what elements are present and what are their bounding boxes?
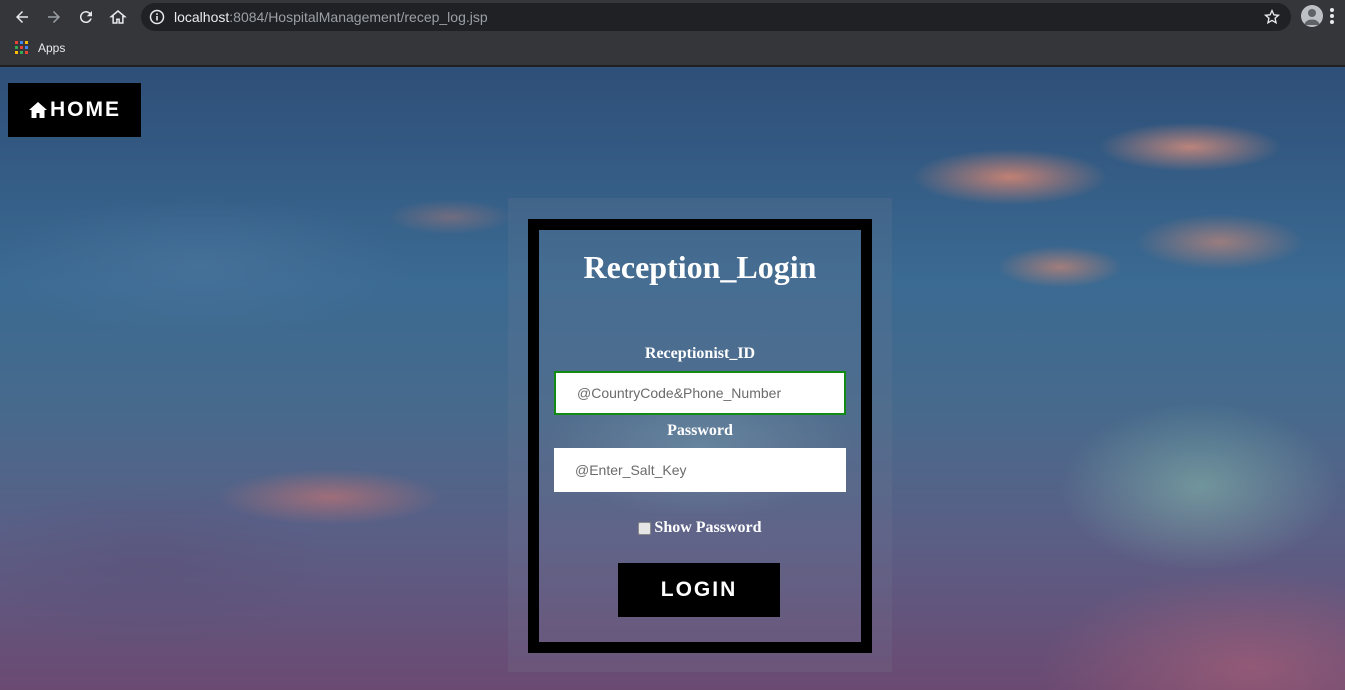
profile-avatar[interactable]	[1301, 5, 1323, 27]
receptionist-id-label: Receptionist_ID	[644, 345, 756, 362]
home-icon	[29, 102, 47, 118]
show-password-checkbox[interactable]	[638, 521, 652, 535]
reload-icon	[79, 11, 92, 24]
browser-toolbar: localhost:8084/HospitalManagement/recep_…	[0, 0, 1345, 34]
bookmark-star-icon[interactable]	[1263, 8, 1281, 26]
receptionist-id-input[interactable]	[554, 371, 846, 415]
login-button[interactable]: LOGIN	[618, 563, 780, 617]
arrow-left-icon	[16, 11, 28, 23]
home-button[interactable]: HOME	[8, 83, 141, 137]
apps-grid-icon[interactable]	[15, 41, 28, 54]
bookmarks-bar	[0, 34, 1345, 66]
address-bar[interactable]: localhost:8084/HospitalManagement/recep_…	[141, 3, 1291, 31]
info-icon[interactable]	[149, 9, 165, 25]
password-label: Password	[667, 422, 733, 439]
reload-button[interactable]	[74, 5, 98, 29]
url-text[interactable]: localhost:8084/HospitalManagement/recep_…	[174, 9, 488, 25]
apps-bookmark-label[interactable]: Apps	[38, 41, 65, 55]
person-icon	[1304, 9, 1320, 25]
back-button[interactable]	[10, 5, 34, 29]
url-path: :8084/HospitalManagement/recep_log.jsp	[229, 9, 488, 25]
home-button-label: HOME	[50, 98, 121, 121]
forward-button[interactable]	[42, 5, 66, 29]
password-input[interactable]	[554, 448, 846, 492]
show-password-row: Show Password	[528, 519, 872, 537]
page-background: HOME Reception_Login Receptionist_ID Pas…	[0, 67, 1345, 690]
show-password-label[interactable]: Show Password	[654, 519, 761, 537]
home-outline-icon	[109, 10, 127, 24]
url-host: localhost	[174, 9, 230, 25]
home-page-button[interactable]	[106, 5, 130, 29]
page-title: Reception_Login	[583, 249, 817, 285]
menu-dots-icon[interactable]	[1330, 8, 1336, 26]
arrow-right-icon	[48, 11, 60, 23]
